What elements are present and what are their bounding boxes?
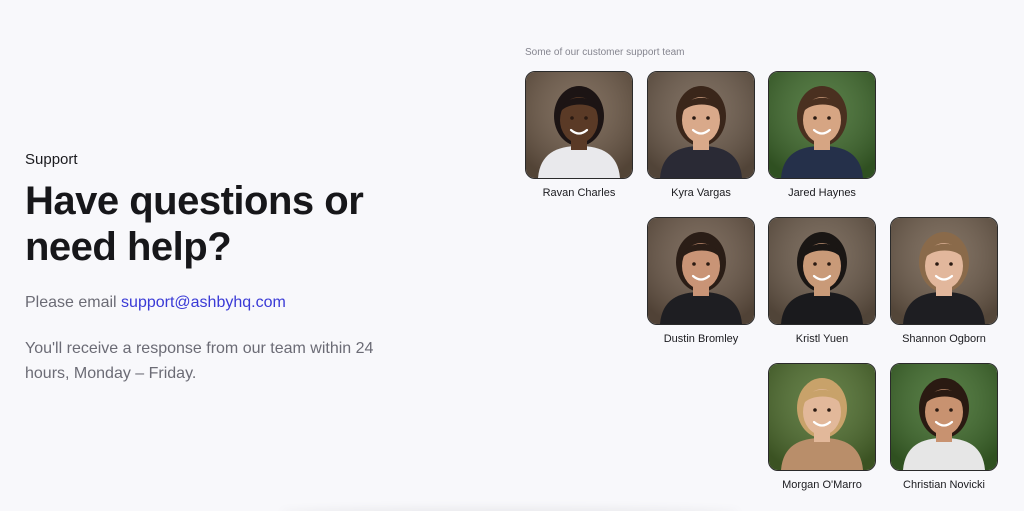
team-member-card: Shannon Ogborn bbox=[890, 217, 998, 346]
support-email-link[interactable]: support@ashbyhq.com bbox=[121, 294, 286, 311]
team-member-card: Kyra Vargas bbox=[647, 71, 755, 200]
team-member-name: Jared Haynes bbox=[788, 187, 856, 199]
team-member-name: Morgan O'Marro bbox=[782, 479, 862, 491]
team-member-name: Shannon Ogborn bbox=[902, 333, 986, 345]
section-eyebrow: Support bbox=[25, 151, 78, 168]
support-section: Support Have questions or need help? Ple… bbox=[0, 0, 1024, 511]
team-member-name: Kristl Yuen bbox=[795, 333, 849, 345]
team-member-name: Dustin Bromley bbox=[663, 333, 739, 345]
team-member-photo bbox=[768, 71, 876, 179]
team-member-photo bbox=[890, 217, 998, 325]
team-member-card: Morgan O'Marro bbox=[768, 363, 876, 492]
response-time-text: You'll receive a response from our team … bbox=[25, 340, 374, 382]
team-member-card: Ravan Charles bbox=[525, 71, 633, 200]
team-member-card: Kristl Yuen bbox=[768, 217, 876, 346]
team-member-card: Dustin Bromley bbox=[647, 217, 755, 346]
team-caption: Some of our customer support team bbox=[525, 47, 685, 58]
email-line: Please email support@ashbyhq.com bbox=[25, 292, 405, 314]
team-member-photo bbox=[890, 363, 998, 471]
team-member-card: Christian Novicki bbox=[890, 363, 998, 492]
team-member-name: Kyra Vargas bbox=[671, 187, 731, 199]
team-member-name: Christian Novicki bbox=[903, 479, 985, 491]
team-member-photo bbox=[768, 363, 876, 471]
team-member-photo bbox=[525, 71, 633, 179]
team-member-photo bbox=[768, 217, 876, 325]
page-title: Have questions or need help? bbox=[25, 179, 364, 269]
team-member-photo bbox=[647, 71, 755, 179]
team-member-name: Ravan Charles bbox=[542, 187, 616, 199]
support-text-block: Support Have questions or need help? Ple… bbox=[25, 150, 405, 386]
team-member-photo bbox=[647, 217, 755, 325]
email-prefix: Please email bbox=[25, 294, 122, 311]
bottom-shadow bbox=[280, 507, 740, 511]
team-member-card: Jared Haynes bbox=[768, 71, 876, 200]
